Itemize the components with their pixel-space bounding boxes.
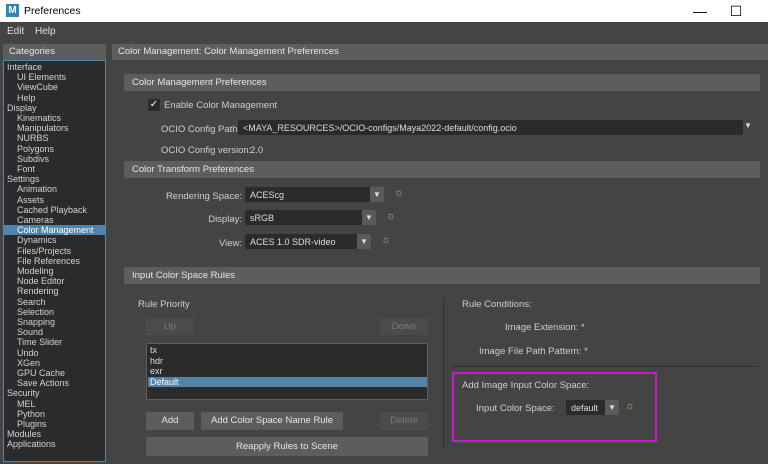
menu-bar: Edit Help <box>0 22 768 41</box>
image-file-path-pattern-label: Image File Path Pattern: * <box>479 346 588 357</box>
category-item[interactable]: Assets <box>4 195 105 205</box>
down-button[interactable]: Down <box>380 318 428 335</box>
rendering-space-label: Rendering Space: <box>165 191 242 202</box>
category-item[interactable]: Rendering <box>4 286 105 296</box>
add-color-space-name-rule-button[interactable]: Add Color Space Name Rule <box>201 412 343 430</box>
rule-priority-label: Rule Priority <box>138 299 190 310</box>
rendering-space-gear-icon[interactable]: ☼ <box>394 187 404 199</box>
category-item[interactable]: Display <box>4 103 105 113</box>
maximize-button[interactable]: ☐ <box>716 0 756 22</box>
rendering-space-arrow-icon[interactable]: ▼ <box>370 187 384 202</box>
category-item[interactable]: Modeling <box>4 266 105 276</box>
add-button[interactable]: Add <box>146 412 194 430</box>
add-image-input-color-space-label: Add Image Input Color Space: <box>462 380 590 391</box>
category-item[interactable]: File References <box>4 256 105 266</box>
category-item[interactable]: Undo <box>4 348 105 358</box>
enable-color-management-label: Enable Color Management <box>164 100 278 111</box>
category-item[interactable]: XGen <box>4 358 105 368</box>
category-item[interactable]: Settings <box>4 174 105 184</box>
horizontal-divider <box>452 366 758 367</box>
maya-logo-icon: M <box>6 4 19 17</box>
view-label: View: <box>218 238 242 249</box>
category-item[interactable]: Font <box>4 164 105 174</box>
category-item[interactable]: Sound <box>4 327 105 337</box>
display-dropdown[interactable]: sRGB <box>245 210 362 225</box>
category-item[interactable]: Applications <box>4 439 105 449</box>
rule-item[interactable]: Default <box>148 376 427 387</box>
view-dropdown[interactable]: ACES 1.0 SDR-video <box>245 234 357 249</box>
rule-item[interactable]: hdr <box>148 356 427 367</box>
rule-item[interactable]: tx <box>148 345 427 356</box>
delete-button[interactable]: Delete <box>380 412 428 430</box>
category-item[interactable]: Selection <box>4 307 105 317</box>
view-arrow-icon[interactable]: ▼ <box>357 234 371 249</box>
category-item[interactable]: Help <box>4 93 105 103</box>
category-item[interactable]: Polygons <box>4 144 105 154</box>
category-item[interactable]: Manipulators <box>4 123 105 133</box>
enable-color-management-checkbox[interactable]: ✓ <box>148 99 160 111</box>
category-item[interactable]: Interface <box>4 62 105 72</box>
category-item[interactable]: Color Management <box>4 225 105 236</box>
ocio-path-dropdown-icon[interactable]: ▼ <box>744 121 752 130</box>
category-item[interactable]: Animation <box>4 184 105 194</box>
categories-list: Interface UI Elements ViewCube Help Display K… <box>3 60 106 462</box>
category-item[interactable]: Plugins <box>4 419 105 429</box>
rule-item[interactable]: exr <box>148 366 427 377</box>
category-item[interactable]: Security <box>4 388 105 398</box>
category-item[interactable]: Time Slider <box>4 337 105 347</box>
category-item[interactable]: Save Actions <box>4 378 105 388</box>
minimize-button[interactable]: — <box>680 0 720 22</box>
input-color-space-dropdown[interactable]: default <box>566 400 605 415</box>
category-item[interactable]: Kinematics <box>4 113 105 123</box>
category-item[interactable]: UI Elements <box>4 72 105 82</box>
rule-priority-list[interactable]: tx hdr exr Default <box>146 343 428 400</box>
category-item[interactable]: Subdivs <box>4 154 105 164</box>
section-input-color-space-rules[interactable]: Input Color Space Rules <box>124 267 760 284</box>
rendering-space-dropdown[interactable]: ACEScg <box>245 187 370 202</box>
image-extension-label: Image Extension: * <box>505 322 585 333</box>
category-item[interactable]: MEL <box>4 399 105 409</box>
ocio-version-label: OCIO Config version: <box>161 145 252 156</box>
window-title: Preferences <box>24 5 81 17</box>
title-bar: M Preferences — ☐ <box>0 0 768 22</box>
category-item[interactable]: Dynamics <box>4 235 105 245</box>
categories-header: Categories <box>3 44 106 60</box>
category-item[interactable]: Node Editor <box>4 276 105 286</box>
display-arrow-icon[interactable]: ▼ <box>362 210 376 225</box>
category-item[interactable]: Snapping <box>4 317 105 327</box>
input-color-space-label: Input Color Space: <box>476 403 555 414</box>
input-color-space-gear-icon[interactable]: ☼ <box>625 400 635 412</box>
section-color-transform[interactable]: Color Transform Preferences <box>124 161 760 178</box>
category-item[interactable]: Files/Projects <box>4 246 105 256</box>
category-item[interactable]: Cameras <box>4 215 105 225</box>
reapply-rules-button[interactable]: Reapply Rules to Scene <box>146 437 428 456</box>
category-item[interactable]: NURBS <box>4 133 105 143</box>
rule-conditions-label: Rule Conditions: <box>462 299 532 310</box>
category-item[interactable]: Modules <box>4 429 105 439</box>
ocio-path-field[interactable]: <MAYA_RESOURCES>/OCIO-configs/Maya2022-d… <box>238 120 743 135</box>
ocio-path-label: OCIO Config Path: <box>161 124 241 135</box>
section-color-management[interactable]: Color Management Preferences <box>124 74 760 91</box>
display-label: Display: <box>208 214 242 225</box>
view-gear-icon[interactable]: ☼ <box>381 234 391 246</box>
menu-edit[interactable]: Edit <box>7 26 24 37</box>
category-item[interactable]: ViewCube <box>4 82 105 92</box>
ocio-version-value: 2.0 <box>250 145 264 156</box>
up-button[interactable]: Up <box>146 318 194 335</box>
category-item[interactable]: Search <box>4 297 105 307</box>
panel-title: Color Management: Color Management Prefe… <box>112 44 768 60</box>
category-item[interactable]: GPU Cache <box>4 368 105 378</box>
category-item[interactable]: Cached Playback <box>4 205 105 215</box>
vertical-divider <box>443 298 444 448</box>
menu-help[interactable]: Help <box>35 26 56 37</box>
display-gear-icon[interactable]: ☼ <box>386 210 396 222</box>
category-item[interactable]: Python <box>4 409 105 419</box>
input-color-space-arrow-icon[interactable]: ▼ <box>605 400 619 415</box>
